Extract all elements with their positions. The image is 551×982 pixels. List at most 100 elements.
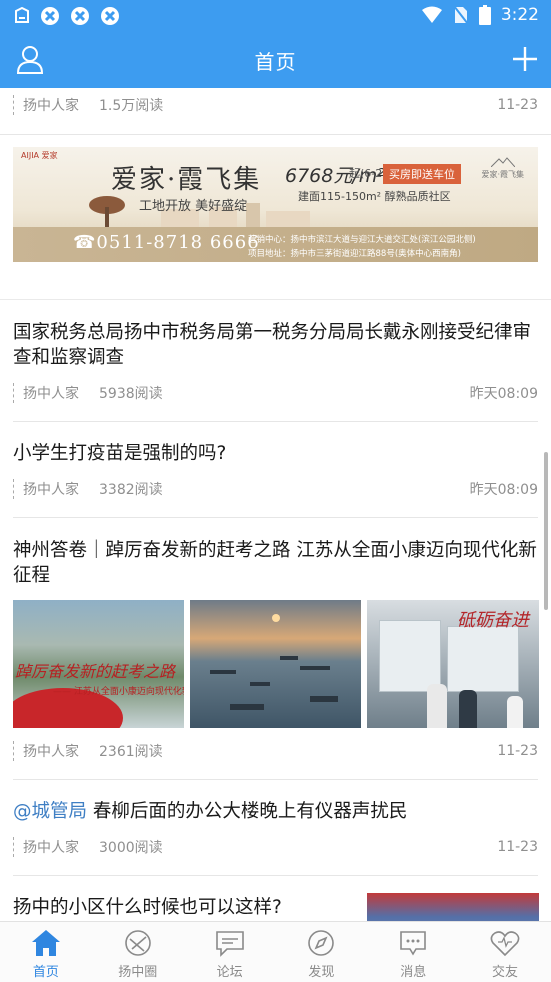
status-right-icons: 3:22	[421, 5, 539, 25]
status-left-icons	[14, 6, 120, 26]
bottom-nav: 首页 扬中圈 论坛 发现 消息 交友	[0, 921, 551, 982]
page-title: 首页	[254, 50, 297, 74]
article-reads: 5938阅读	[99, 386, 163, 402]
article-date: 11-23	[497, 743, 538, 759]
nav-friends[interactable]: 交友	[459, 922, 551, 982]
image-boat	[210, 670, 236, 674]
chat-icon	[215, 931, 244, 957]
article-meta: 扬中人家 5938阅读 昨天08:09	[13, 382, 538, 404]
article-title[interactable]: @城管局 春柳后面的办公大楼晚上有仪器声扰民	[13, 799, 538, 824]
ad-building	[266, 211, 310, 227]
app-icon	[15, 7, 29, 23]
image-machine	[447, 626, 519, 692]
article-source: 扬中人家	[13, 837, 79, 857]
nav-label: 发现	[308, 965, 335, 980]
divider	[13, 779, 538, 780]
image-subcaption: —— 江苏从全面小康迈向现代化新征程	[53, 687, 184, 697]
article-reads: 3000阅读	[99, 840, 163, 856]
ad-phone: ☎0511-8718 6666	[73, 232, 260, 253]
scrollbar-thumb[interactable]	[544, 452, 548, 610]
nav-label: 论坛	[216, 965, 243, 980]
article-source: 扬中人家	[13, 479, 79, 499]
nav-label: 首页	[32, 965, 59, 980]
article-image[interactable]: 踔厉奋发新的赶考之路 —— 江苏从全面小康迈向现代化新征程	[13, 600, 184, 728]
article-date: 11-23	[497, 839, 538, 855]
status-bar: 3:22	[0, 0, 551, 32]
divider	[0, 134, 551, 135]
no-sim-icon	[453, 5, 469, 25]
article-title-text: 春柳后面的办公大楼晚上有仪器声扰民	[92, 801, 408, 822]
ad-slogan: 工地开放 美好盛绽	[139, 199, 248, 214]
nav-label: 交友	[492, 965, 519, 980]
article-source: 扬中人家	[13, 383, 79, 403]
article-date: 昨天08:09	[469, 386, 538, 402]
article-title[interactable]: 国家税务总局扬中市税务局第一税务分局局长戴永刚接受纪律审查和监察调查	[13, 320, 538, 370]
article-image[interactable]	[190, 600, 361, 728]
nav-discover[interactable]: 发现	[275, 922, 367, 982]
image-caption: 踔厉奋发新的赶考之路	[15, 662, 176, 681]
nav-label: 扬中圈	[118, 965, 158, 980]
article-title[interactable]: 神州答卷｜踔厉奋发新的赶考之路 江苏从全面小康迈向现代化新征程	[13, 538, 538, 588]
article-reads: 3382阅读	[99, 482, 163, 498]
status-time: 3:22	[500, 5, 539, 25]
ad-mountain-icon	[490, 157, 516, 168]
ad-logo-right-text: 爱家·霞飞集	[481, 170, 524, 179]
sync-icon	[101, 7, 119, 25]
ad-address-project: 项目地址：扬中市三茅街道迎江路88号(奥体中心西南角)	[248, 249, 461, 259]
news-feed[interactable]: 扬中人家 1.5万阅读 11-23 AIJIA 爱家 爱家·霞飞集 工地开放 美…	[0, 88, 551, 921]
article-reads: 1.5万阅读	[99, 98, 164, 114]
circle-icon	[124, 930, 151, 956]
article-meta: 扬中人家 3382阅读 昨天08:09	[13, 478, 538, 500]
wifi-icon	[421, 6, 442, 23]
nav-forum[interactable]: 论坛	[184, 922, 276, 982]
image-person	[507, 696, 523, 728]
nav-circle[interactable]: 扬中圈	[92, 922, 184, 982]
image-boat	[300, 666, 330, 670]
ad-tree-icon	[89, 196, 125, 229]
article-thumbnail[interactable]	[367, 893, 539, 921]
ad-logo-left: AIJIA 爱家	[21, 151, 58, 160]
nav-label: 消息	[400, 965, 427, 980]
ad-area: 建面115-150m² 醇熟品质社区	[298, 190, 451, 203]
divider	[13, 517, 538, 518]
article-meta: 扬中人家 2361阅读 11-23	[13, 740, 538, 762]
ad-address-sales: 营销中心：扬中市滨江大道与迎江大道交汇处(滨江公园北侧)	[248, 235, 476, 245]
plus-icon[interactable]	[511, 45, 539, 73]
image-machine	[379, 620, 441, 692]
sync-icon	[71, 7, 89, 25]
article-date: 昨天08:09	[469, 482, 538, 498]
ad-logo-right: 爱家·霞飞集	[481, 157, 524, 180]
ad-brand-name: 爱家·霞飞集	[111, 165, 262, 195]
sync-icon	[41, 7, 59, 25]
image-sun	[272, 614, 280, 622]
article-meta: 扬中人家 3000阅读 11-23	[13, 836, 538, 858]
image-person	[427, 684, 447, 728]
article-source: 扬中人家	[13, 95, 79, 115]
article-title[interactable]: 扬中的小区什么时候也可以这样?	[13, 895, 361, 920]
ad-banner[interactable]: AIJIA 爱家 爱家·霞飞集 工地开放 美好盛绽 6768元/m² 起(6-2…	[13, 147, 538, 262]
nav-messages[interactable]: 消息	[367, 922, 459, 982]
article-title[interactable]: 小学生打疫苗是强制的吗?	[13, 441, 538, 466]
image-boat	[280, 656, 298, 660]
heart-icon	[490, 931, 520, 957]
image-caption: 砥砺奋进	[457, 610, 529, 631]
ad-building	[246, 203, 260, 227]
article-meta: 扬中人家 1.5万阅读 11-23	[13, 94, 538, 116]
article-topic-prefix[interactable]: @城管局	[13, 801, 87, 822]
divider	[13, 875, 538, 876]
article-reads: 2361阅读	[99, 744, 163, 760]
ad-promo-badge: 买房即送车位	[383, 164, 461, 184]
article-source: 扬中人家	[13, 741, 79, 761]
divider	[13, 421, 538, 422]
image-boat	[250, 682, 270, 686]
app-header: 首页	[0, 32, 551, 88]
home-icon	[31, 930, 60, 956]
image-person	[459, 690, 477, 728]
image-boat	[230, 704, 264, 710]
nav-home[interactable]: 首页	[0, 922, 92, 982]
image-boat	[310, 696, 338, 702]
article-image[interactable]: 砥砺奋进	[367, 600, 539, 728]
divider	[0, 299, 551, 300]
compass-icon	[308, 930, 335, 956]
message-icon	[400, 931, 427, 956]
